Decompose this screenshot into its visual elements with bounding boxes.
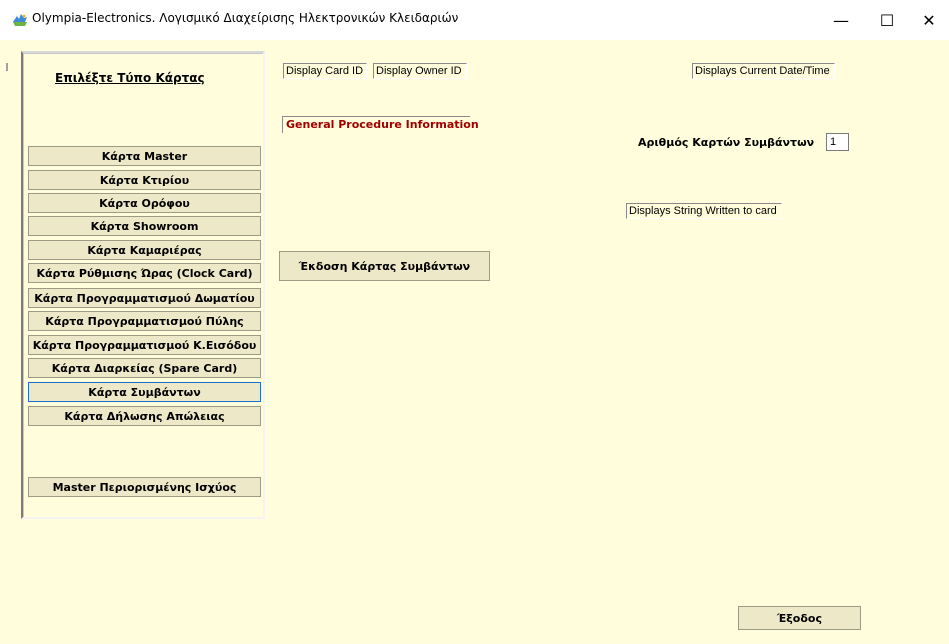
card-type-loss-report-button[interactable]: Κάρτα Δήλωσης Απώλειας — [28, 406, 261, 426]
card-type-clock-button[interactable]: Κάρτα Ρύθμισης Ώρας (Clock Card) — [28, 263, 261, 283]
maximize-icon: ☐ — [879, 10, 895, 30]
olympia-logo-icon — [13, 14, 27, 26]
card-type-panel: Επιλέξτε Τύπο Κάρτας — [21, 51, 265, 519]
event-card-count-label: Αριθμός Καρτών Συμβάντων — [638, 136, 815, 149]
card-type-events-button[interactable]: Κάρτα Συμβάντων — [28, 382, 261, 402]
datetime-display: Displays Current Date/Time — [692, 63, 835, 79]
card-type-entrance-programming-button[interactable]: Κάρτα Προγραμματισμού Κ.Εισόδου — [28, 335, 261, 355]
window-edge-mark — [6, 63, 8, 71]
card-type-showroom-button[interactable]: Κάρτα Showroom — [28, 216, 261, 236]
card-type-panel-title: Επιλέξτε Τύπο Κάρτας — [55, 71, 205, 85]
minimize-button[interactable]: — — [818, 0, 864, 40]
minimize-icon: — — [833, 10, 849, 30]
issue-event-card-button[interactable]: Έκδοση Κάρτας Συμβάντων — [279, 251, 490, 281]
card-type-spare-button[interactable]: Κάρτα Διαρκείας (Spare Card) — [28, 358, 261, 378]
title-bar: Olympia-Electronics. Λογισμικό Διαχείρισ… — [0, 0, 949, 40]
card-id-display: Display Card ID — [283, 63, 367, 79]
close-icon: ✕ — [922, 10, 936, 30]
card-type-maid-button[interactable]: Κάρτα Καμαριέρας — [28, 240, 261, 260]
window-title: Olympia-Electronics. Λογισμικό Διαχείρισ… — [32, 11, 459, 25]
written-string-display: Displays String Written to card — [626, 203, 782, 219]
procedure-info: General Procedure Information — [282, 116, 479, 133]
owner-id-display: Display Owner ID — [373, 63, 467, 79]
event-card-count-input[interactable]: 1 — [826, 133, 849, 151]
card-type-floor-button[interactable]: Κάρτα Ορόφου — [28, 193, 261, 213]
close-button[interactable]: ✕ — [906, 0, 949, 40]
card-type-building-button[interactable]: Κάρτα Κτιρίου — [28, 170, 261, 190]
maximize-button[interactable]: ☐ — [864, 0, 910, 40]
card-type-room-programming-button[interactable]: Κάρτα Προγραμματισμού Δωματίου — [28, 288, 261, 308]
card-type-gate-programming-button[interactable]: Κάρτα Προγραμματισμού Πύλης — [28, 311, 261, 331]
exit-button[interactable]: Έξοδος — [738, 606, 861, 630]
master-limited-button[interactable]: Master Περιορισμένης Ισχύος — [28, 477, 261, 497]
card-type-master-button[interactable]: Κάρτα Master — [28, 146, 261, 166]
